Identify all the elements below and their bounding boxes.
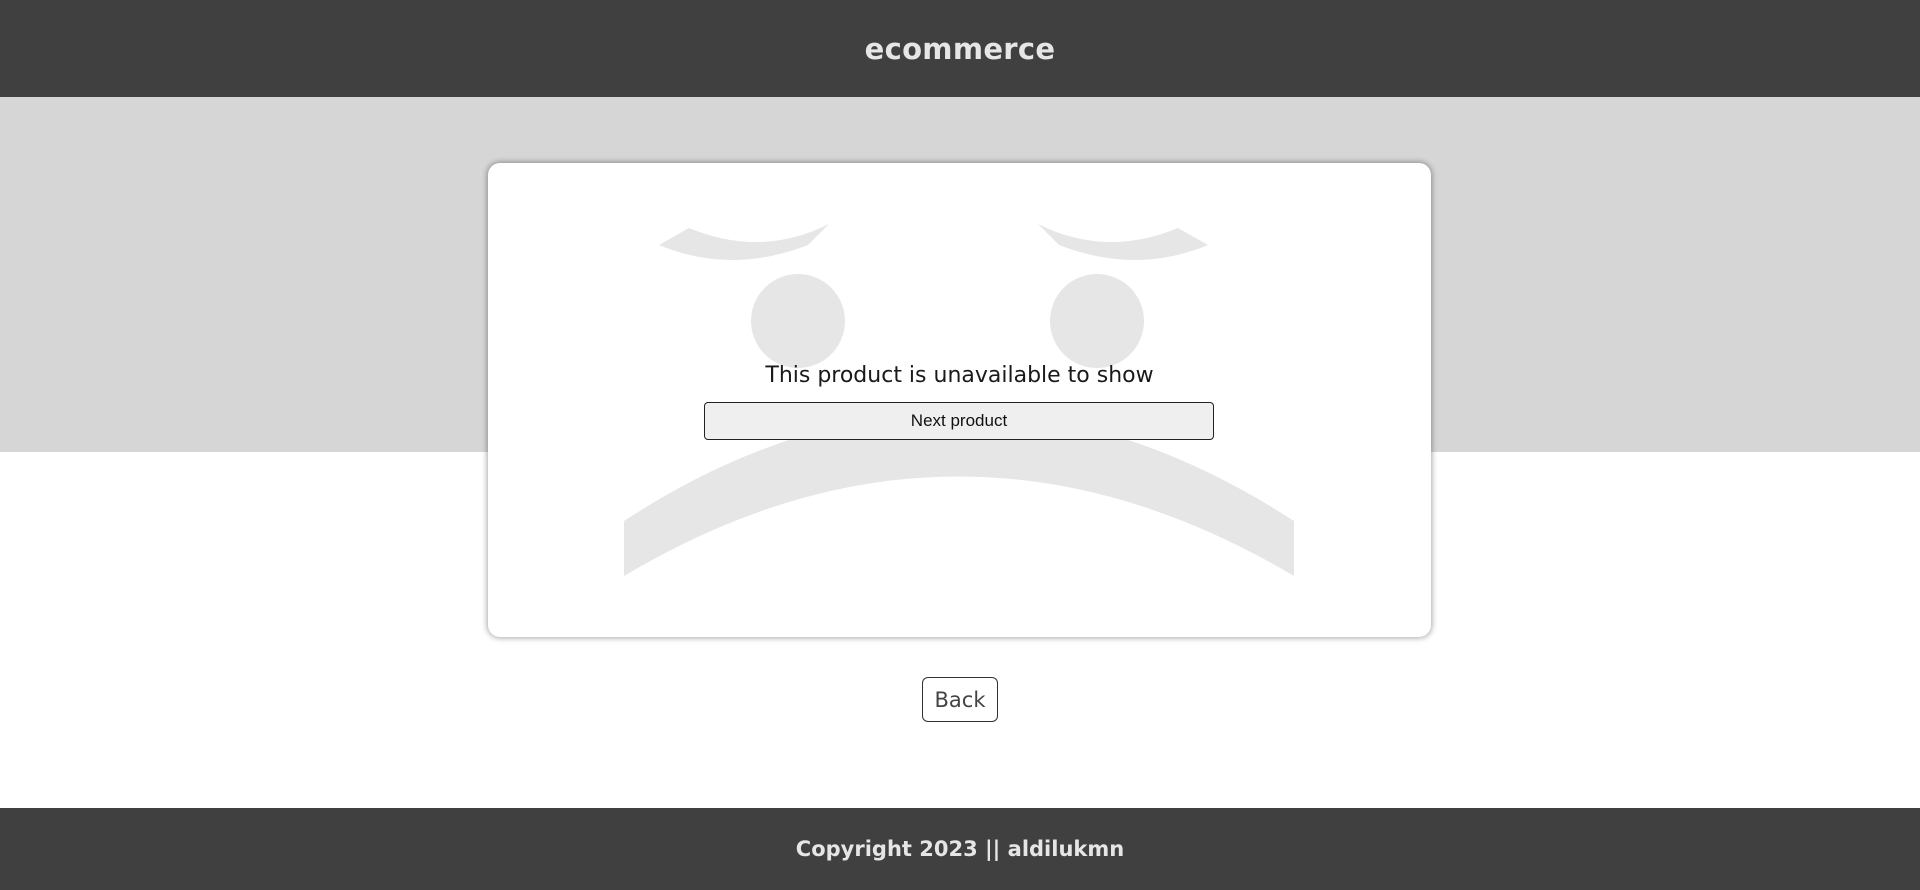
product-card: This product is unavailable to show Next…	[488, 163, 1431, 637]
next-product-button[interactable]: Next product	[704, 402, 1214, 440]
site-footer: Copyright 2023 || aldilukmn	[0, 808, 1920, 890]
back-button[interactable]: Back	[922, 677, 998, 722]
right-eyebrow	[1038, 224, 1208, 260]
left-eye	[751, 274, 845, 368]
sad-face-icon	[624, 224, 1294, 576]
left-eyebrow	[659, 224, 829, 260]
right-eye	[1050, 274, 1144, 368]
site-header: ecommerce	[0, 0, 1920, 97]
unavailable-message: This product is unavailable to show	[765, 363, 1154, 388]
copyright-text: Copyright 2023 || aldilukmn	[795, 837, 1125, 861]
site-title: ecommerce	[864, 31, 1056, 66]
